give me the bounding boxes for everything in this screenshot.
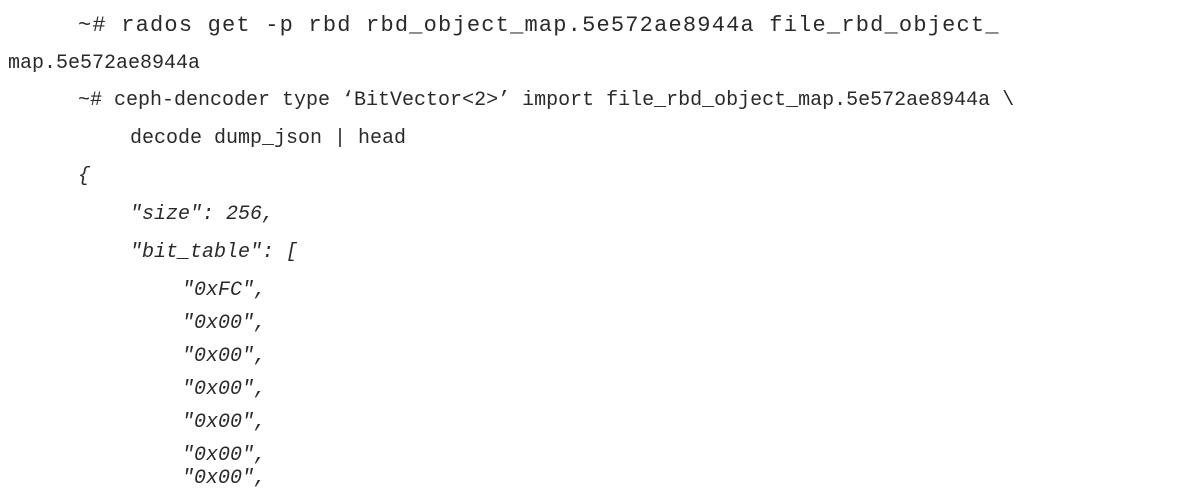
command-line-rados-get: ~# rados get -p rbd rbd_object_map.5e572… bbox=[78, 13, 1000, 38]
command-line-ceph-dencoder: ~# ceph-dencoder type ‘BitVector<2>’ imp… bbox=[78, 89, 1015, 112]
json-array-item: "0x00", bbox=[182, 411, 267, 434]
json-bit-table-line: "bit_table": [ bbox=[130, 241, 299, 264]
json-open-brace: { bbox=[78, 165, 91, 188]
json-array-item: "0x00", bbox=[182, 345, 267, 368]
command-line-continuation: map.5e572ae8944a bbox=[8, 52, 201, 75]
json-size-line: "size": 256, bbox=[130, 203, 275, 226]
json-array-item: "0x00", bbox=[182, 378, 267, 401]
json-array-item: "0x00", bbox=[182, 312, 267, 335]
json-array-item: "0x00", bbox=[182, 467, 267, 490]
code-listing: ~# rados get -p rbd rbd_object_map.5e572… bbox=[0, 0, 1177, 492]
json-array-item: "0xFC", bbox=[182, 279, 267, 302]
command-line-decode: decode dump_json | head bbox=[130, 127, 407, 150]
